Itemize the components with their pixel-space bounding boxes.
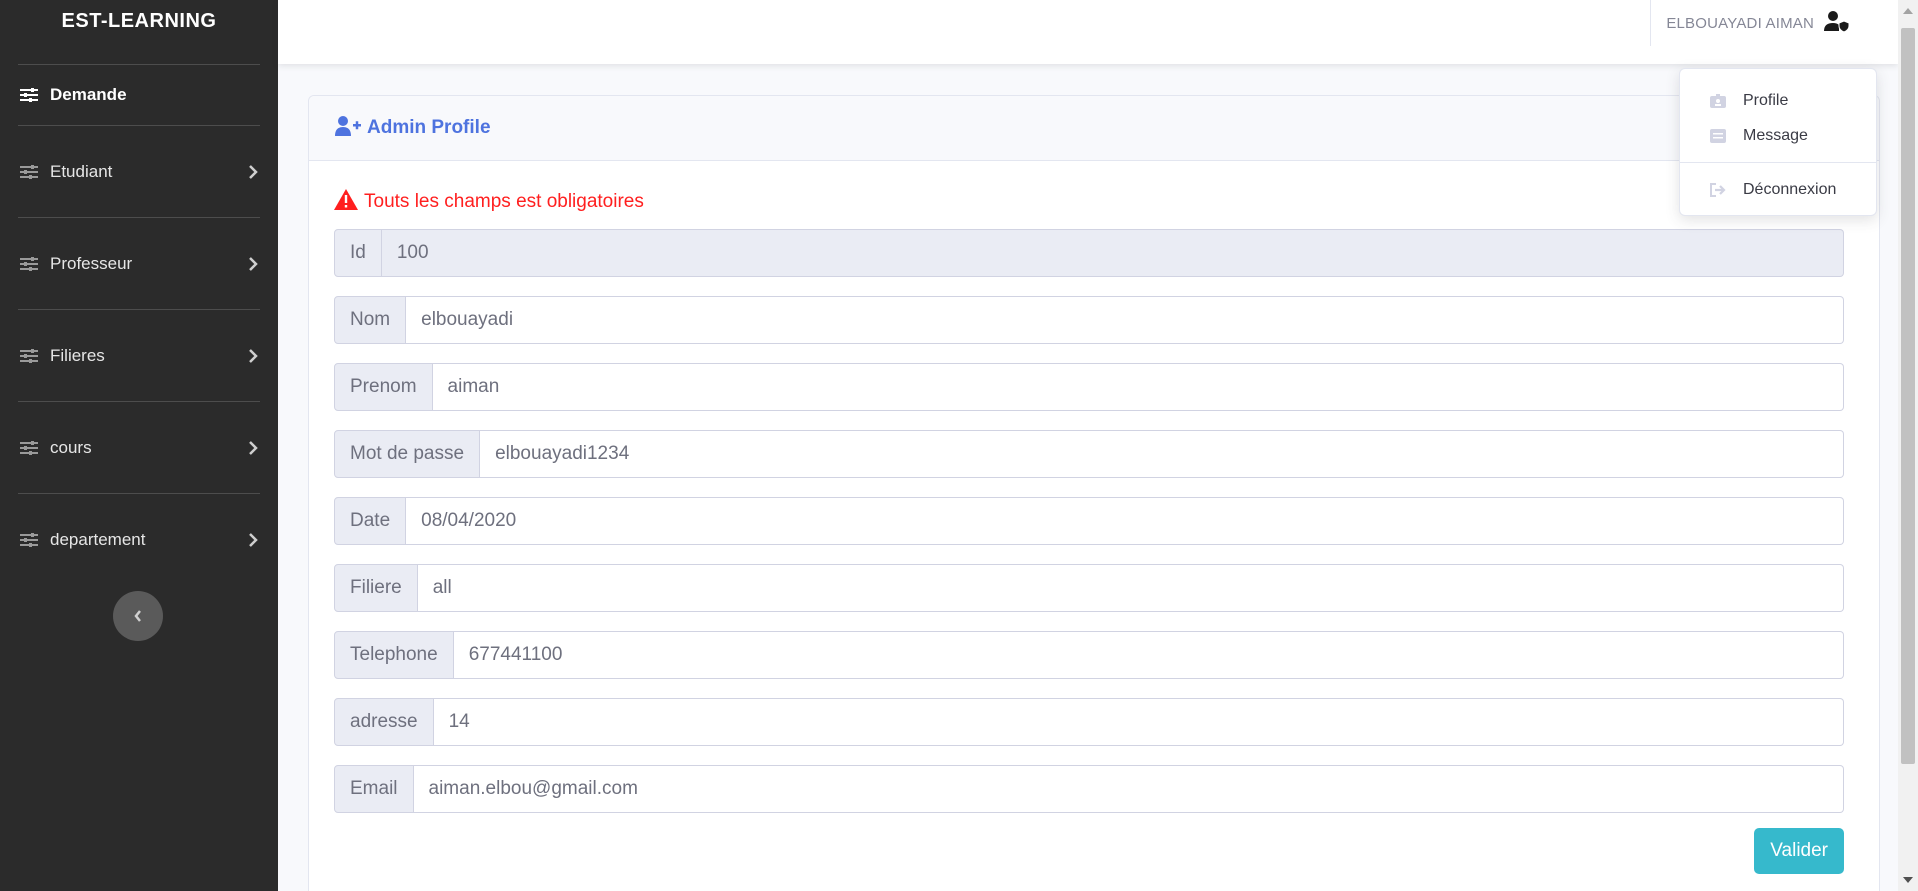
field-adresse: adresse [334, 698, 1844, 746]
field-label: Date [334, 497, 407, 545]
alert-text: Touts les champs est obligatoires [364, 191, 644, 212]
field-label: adresse [334, 698, 434, 746]
chevron-right-icon [248, 256, 258, 271]
id-input[interactable] [381, 229, 1844, 277]
sidebar-item-label: Etudiant [50, 161, 113, 181]
chevron-right-icon [248, 164, 258, 179]
brand-logo[interactable]: EST-LEARNING [0, 0, 278, 42]
sidebar-item-professeur[interactable]: Professeur [0, 218, 278, 309]
sidebar-item-etudiant[interactable]: Etudiant [0, 126, 278, 217]
field-date: Date [334, 497, 1844, 545]
telephone-input[interactable] [453, 631, 1844, 679]
field-label: Email [334, 765, 414, 813]
sign-out-icon [1710, 182, 1726, 197]
envelope-icon [1710, 128, 1726, 143]
menu-item-deconnexion[interactable]: Déconnexion [1680, 172, 1876, 207]
prenom-input[interactable] [432, 363, 1844, 411]
filiere-input[interactable] [417, 564, 1844, 612]
email-input[interactable] [413, 765, 1844, 813]
nom-input[interactable] [406, 296, 1844, 344]
sliders-icon [20, 88, 38, 102]
chevron-right-icon [248, 348, 258, 363]
field-label: Id [334, 229, 382, 277]
chevron-left-icon [134, 610, 141, 622]
sliders-icon [20, 256, 38, 271]
dropdown-divider [1680, 162, 1876, 163]
user-dropdown-menu: Profile Message Déconnexion [1679, 68, 1877, 216]
sidebar-item-departement[interactable]: departement [0, 494, 278, 585]
valider-button[interactable]: Valider [1754, 828, 1844, 874]
warning-icon [334, 188, 358, 216]
user-shield-icon [1824, 10, 1850, 37]
field-label: Nom [334, 296, 407, 344]
sidebar-item-filieres[interactable]: Filieres [0, 310, 278, 401]
sidebar-item-label: Professeur [50, 253, 133, 273]
card-title: Admin Profile [367, 117, 491, 138]
chevron-right-icon [248, 440, 258, 455]
sidebar-toggle-button[interactable] [113, 591, 163, 641]
menu-item-label: Déconnexion [1743, 180, 1837, 198]
menu-item-message[interactable]: Message [1680, 118, 1876, 153]
card-header: Admin Profile [309, 96, 1879, 161]
card-body: Touts les champs est obligatoires Id Nom… [309, 161, 1879, 874]
page-scrollbar[interactable] [1898, 0, 1918, 891]
password-input[interactable] [480, 430, 1844, 478]
sliders-icon [20, 164, 38, 179]
user-plus-icon [335, 115, 361, 141]
scroll-thumb[interactable] [1901, 28, 1915, 764]
sliders-icon [20, 348, 38, 363]
menu-item-label: Message [1743, 126, 1808, 144]
sliders-icon [20, 440, 38, 455]
scroll-up-icon[interactable] [1903, 8, 1913, 14]
id-badge-icon [1710, 93, 1726, 108]
required-fields-alert: Touts les champs est obligatoires [334, 188, 1854, 216]
user-name: ELBOUAYADI AIMAN [1666, 15, 1814, 32]
field-prenom: Prenom [334, 363, 1844, 411]
field-label: Mot de passe [334, 430, 481, 478]
sidebar: EST-LEARNING Demande Etudiant Professeur… [0, 0, 278, 891]
submit-row: Valider [334, 828, 1844, 874]
field-nom: Nom [334, 296, 1844, 344]
sidebar-item-label: cours [50, 437, 92, 457]
user-menu-toggle[interactable]: ELBOUAYADI AIMAN [1666, 10, 1850, 37]
field-filiere: Filiere [334, 564, 1844, 612]
sliders-icon [20, 532, 38, 547]
scroll-down-icon[interactable] [1903, 877, 1913, 883]
field-label: Telephone [334, 631, 454, 679]
date-input[interactable] [406, 497, 1844, 545]
menu-item-profile[interactable]: Profile [1680, 83, 1876, 118]
chevron-right-icon [248, 532, 258, 547]
sidebar-item-label: Filieres [50, 345, 105, 365]
field-label: Prenom [334, 363, 433, 411]
field-telephone: Telephone [334, 631, 1844, 679]
admin-profile-card: Admin Profile Touts les champs est oblig… [308, 95, 1880, 891]
sidebar-item-demande[interactable]: Demande [0, 65, 278, 125]
topbar: ELBOUAYADI AIMAN [278, 0, 1898, 64]
field-email: Email [334, 765, 1844, 813]
sidebar-item-label: departement [50, 529, 146, 549]
field-id: Id [334, 229, 1844, 277]
field-password: Mot de passe [334, 430, 1844, 478]
topbar-divider [1650, 0, 1651, 46]
adresse-input[interactable] [433, 698, 1844, 746]
sidebar-item-label: Demande [50, 85, 127, 104]
menu-item-label: Profile [1743, 91, 1789, 109]
field-label: Filiere [334, 564, 418, 612]
sidebar-item-cours[interactable]: cours [0, 402, 278, 493]
